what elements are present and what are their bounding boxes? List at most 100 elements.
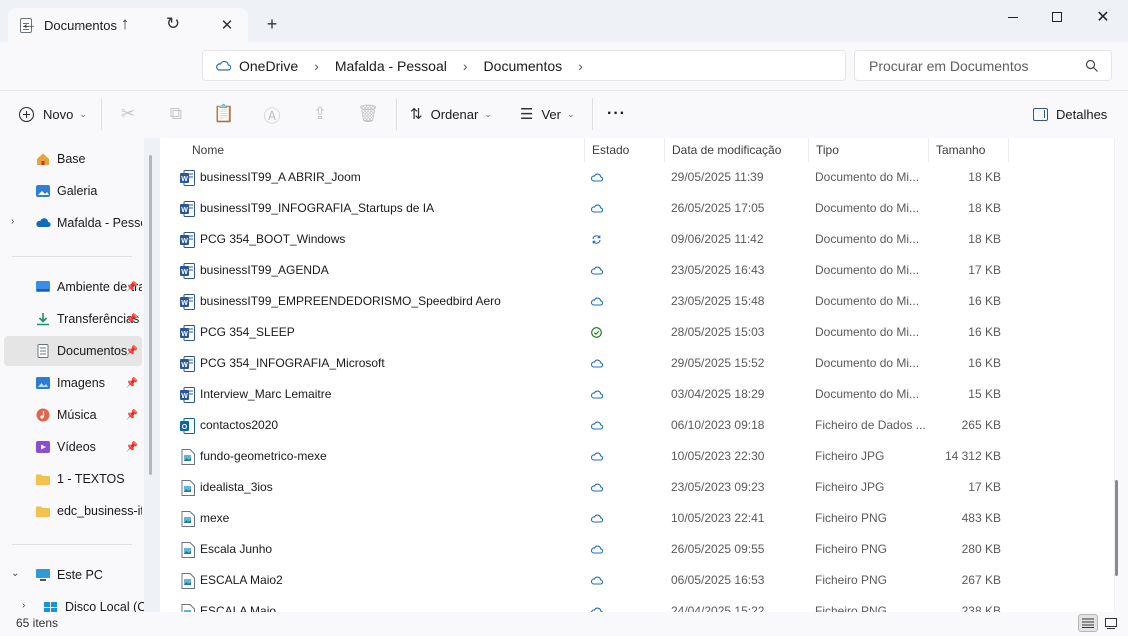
file-size: 17 KB xyxy=(968,263,1001,277)
delete-button[interactable]: 🗑 xyxy=(356,101,380,127)
sidebar-item-downloads[interactable]: Transferências 📌 xyxy=(4,304,142,334)
sidebar-item-edc-business[interactable]: edc_business-it- xyxy=(4,496,142,526)
table-row[interactable]: W Interview_Marc Lemaitre 03/04/2025 18:29… xyxy=(160,379,1114,410)
table-row[interactable]: WbusinessIT99_INFOGRAFIA_Startups de IA 2… xyxy=(160,193,1114,224)
sidebar-item-imagens[interactable]: Imagens 📌 xyxy=(4,368,142,398)
rename-button[interactable]: Ⓐ xyxy=(260,101,284,127)
file-name[interactable]: ESCALA Maio2 xyxy=(200,565,580,596)
sort-icon: ⇅ xyxy=(410,106,423,123)
file-name[interactable]: PCG 354_BOOT_Windows xyxy=(200,224,580,255)
file-type: Documento do Mi... xyxy=(815,387,920,401)
sidebar-item-base[interactable]: Base xyxy=(4,144,142,174)
chevron-right-icon[interactable]: › xyxy=(463,58,468,74)
sidebar-item-videos[interactable]: Vídeos 📌 xyxy=(4,432,142,462)
file-type: Documento do Mi... xyxy=(815,325,920,339)
sort-button[interactable]: ⇅ Ordenar ⌄ xyxy=(410,101,492,127)
videos-icon xyxy=(36,441,50,453)
table-row[interactable]: W PCG 354_BOOT_Windows 09/06/2025 11:42 Doc… xyxy=(160,224,1114,255)
pin-icon[interactable]: 📌 xyxy=(126,410,138,421)
column-header-state[interactable]: Estado xyxy=(585,138,665,162)
file-date: 23/05/2025 15:48 xyxy=(671,294,765,308)
tiles-view-icon xyxy=(1105,617,1117,629)
table-row[interactable]: WbusinessIT99_A ABRIR_Joom 29/05/2025 11:… xyxy=(160,162,1114,193)
cut-button[interactable]: ✂ xyxy=(116,101,140,127)
pin-icon[interactable]: 📌 xyxy=(126,378,138,389)
back-button[interactable]: ← xyxy=(15,10,43,38)
copy-button[interactable]: ⧉ xyxy=(164,101,188,127)
sidebar-item-textos[interactable]: 1 - TEXTOS xyxy=(4,464,142,494)
table-row[interactable]: fundo-geometrico-mexe 10/05/2023 22:30 Fic… xyxy=(160,441,1114,472)
column-header-date[interactable]: Data de modificação xyxy=(665,138,809,162)
table-row[interactable]: WbusinessIT99_AGENDA 23/05/2025 16:43 Docu… xyxy=(160,255,1114,286)
file-name[interactable]: fundo-geometrico-mexe xyxy=(200,441,580,472)
details-view-button[interactable] xyxy=(1078,614,1098,632)
table-row[interactable]: mexe 10/05/2023 22:41 Ficheiro PNG 483 KB xyxy=(160,503,1114,534)
svg-text:W: W xyxy=(181,331,188,338)
table-row[interactable]: ESCALA Maio2 06/05/2025 16:53 Ficheiro PNG… xyxy=(160,565,1114,596)
table-row[interactable]: Escala Junho 26/05/2025 09:55 Ficheiro PNG… xyxy=(160,534,1114,565)
view-button[interactable]: ☰ Ver ⌄ xyxy=(520,101,575,127)
address-bar[interactable]: OneDrive › Mafalda - Pessoal › Documento… xyxy=(202,50,846,81)
table-row[interactable]: Ocontactos2020 06/10/2023 09:18 Ficheiro d… xyxy=(160,410,1114,441)
pin-icon[interactable]: 📌 xyxy=(126,282,138,293)
more-options-button[interactable]: ··· xyxy=(607,101,626,127)
sidebar-item-desktop[interactable]: Ambiente de trabalho 📌 xyxy=(4,272,142,302)
download-icon xyxy=(37,313,49,326)
share-button[interactable]: ⇪ xyxy=(308,101,332,127)
chevron-right-icon[interactable]: › xyxy=(314,58,319,74)
sidebar-item-disco-local[interactable]: Disco Local (C:) xyxy=(12,592,144,612)
table-row[interactable]: WbusinessIT99_EMPREENDEDORISMO_Speedbird… xyxy=(160,286,1114,317)
file-name[interactable]: Escala Junho xyxy=(200,534,580,565)
file-name[interactable]: PCG 354_SLEEP xyxy=(200,317,580,348)
file-date: 10/05/2023 22:41 xyxy=(671,511,765,525)
file-list-scrollbar[interactable] xyxy=(1115,138,1128,612)
breadcrumb-mafalda-pessoal[interactable]: Mafalda - Pessoal xyxy=(335,58,447,74)
view-label: Ver xyxy=(541,106,561,122)
pin-icon[interactable]: 📌 xyxy=(126,346,138,357)
minimize-button[interactable] xyxy=(990,0,1036,34)
new-tab-button[interactable]: + xyxy=(262,14,282,34)
file-name[interactable]: PCG 354_INFOGRAFIA_Microsoft xyxy=(200,348,580,379)
table-row[interactable]: idealista_3ios 23/05/2023 09:23 Ficheiro J… xyxy=(160,472,1114,503)
close-window-button[interactable]: ✕ xyxy=(1080,0,1126,34)
scrollbar-thumb[interactable] xyxy=(1115,480,1118,576)
sidebar-item-galeria[interactable]: Galeria xyxy=(4,176,142,206)
paste-button[interactable]: 📋 xyxy=(212,101,236,127)
file-name[interactable]: mexe xyxy=(200,503,580,534)
sidebar-scrollbar[interactable] xyxy=(149,155,152,475)
file-name[interactable]: Interview_Marc Lemaitre xyxy=(200,379,580,410)
sidebar-item-este-pc[interactable]: Este PC xyxy=(4,560,142,590)
file-name[interactable]: ESCALA Maio xyxy=(200,596,580,612)
file-name[interactable]: businessIT99_AGENDA xyxy=(200,255,580,286)
up-button[interactable]: ↑ xyxy=(111,10,139,38)
sidebar-item-musica[interactable]: Música 📌 xyxy=(4,400,142,430)
column-header-size[interactable]: Tamanho xyxy=(929,138,1009,162)
search-input[interactable] xyxy=(869,57,1085,74)
pin-icon[interactable]: 📌 xyxy=(126,314,138,325)
tiles-view-button[interactable] xyxy=(1101,614,1121,632)
sidebar-item-documentos[interactable]: Documentos 📌 xyxy=(4,336,142,366)
table-row[interactable]: ESCALA Maio 24/04/2025 15:22 Ficheiro PNG 2… xyxy=(160,596,1114,612)
pin-icon[interactable]: 📌 xyxy=(126,442,138,453)
forward-button[interactable]: → xyxy=(63,10,91,38)
table-row[interactable]: W PCG 354_INFOGRAFIA_Microsoft 29/05/2025 … xyxy=(160,348,1114,379)
file-type: Documento do Mi... xyxy=(815,170,920,184)
file-name[interactable]: businessIT99_INFOGRAFIA_Startups de IA xyxy=(200,193,580,224)
chevron-right-icon[interactable]: › xyxy=(578,58,583,74)
file-name[interactable]: idealista_3ios xyxy=(200,472,580,503)
maximize-button[interactable] xyxy=(1034,0,1080,34)
file-name[interactable]: contactos2020 xyxy=(200,410,580,441)
details-pane-button[interactable]: Detalhes xyxy=(1033,101,1107,127)
sidebar-item-onedrive[interactable]: Mafalda - Pessoal xyxy=(4,208,142,238)
file-type: Ficheiro PNG xyxy=(815,604,888,612)
close-tab-button[interactable]: ✕ xyxy=(218,16,236,34)
new-button[interactable]: Novo ⌄ xyxy=(18,101,87,127)
file-name[interactable]: businessIT99_EMPREENDEDORISMO_Speedbird … xyxy=(200,286,580,317)
search-box[interactable] xyxy=(854,50,1112,81)
table-row[interactable]: W PCG 354_SLEEP 28/05/2025 15:03 Documento … xyxy=(160,317,1114,348)
column-header-name[interactable]: Nome xyxy=(185,138,585,162)
refresh-button[interactable]: ↻ xyxy=(159,10,187,38)
breadcrumb-documentos[interactable]: Documentos xyxy=(484,58,563,74)
breadcrumb-onedrive[interactable]: OneDrive xyxy=(239,58,298,74)
file-name[interactable]: businessIT99_A ABRIR_Joom xyxy=(200,162,580,193)
